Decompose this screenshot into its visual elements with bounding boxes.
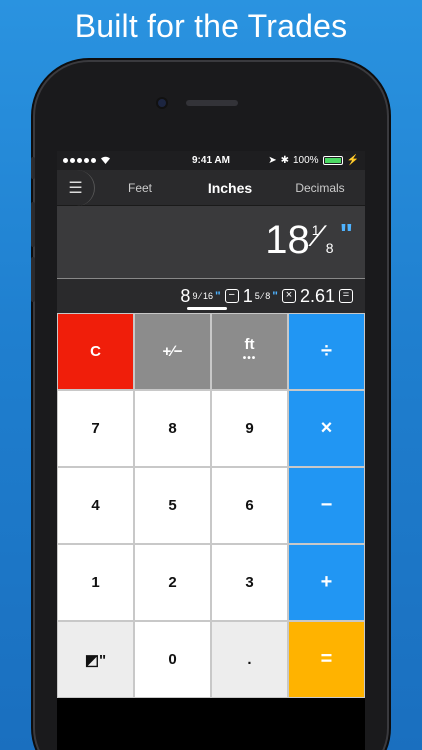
unit-navbar: ☰ Feet Inches Decimals (57, 169, 365, 206)
history-b-num: 5 (254, 291, 260, 301)
result-whole: 18 (265, 218, 310, 262)
history-op-equals: = (339, 289, 353, 303)
result-fraction: 1 ⁄ 8 (311, 220, 334, 256)
feet-label: ft (244, 335, 255, 353)
result-display: 18 1 ⁄ 8 " (57, 206, 365, 279)
front-camera (158, 99, 166, 107)
volume-up-button (31, 202, 35, 247)
multiply-button[interactable]: × (288, 390, 365, 467)
key-1[interactable]: 1 (57, 544, 134, 621)
battery-icon (322, 156, 343, 165)
tab-inches[interactable]: Inches (185, 180, 275, 196)
decimal-button[interactable]: . (211, 621, 288, 698)
app-screen: 9:41 AM ➤ ✱ 100% ⚡ ☰ Feet Inches Decimal… (57, 151, 365, 750)
history-a-den: 16 (202, 291, 213, 301)
tab-decimals[interactable]: Decimals (275, 181, 365, 195)
tab-feet[interactable]: Feet (95, 181, 185, 195)
history-a-whole: 8 (180, 285, 191, 306)
feet-button[interactable]: ft ••• (211, 313, 288, 390)
key-9[interactable]: 9 (211, 390, 288, 467)
feet-dots: ••• (242, 352, 257, 364)
key-0[interactable]: 0 (134, 621, 211, 698)
phone-frame: 9:41 AM ➤ ✱ 100% ⚡ ☰ Feet Inches Decimal… (31, 62, 387, 750)
earpiece-speaker (186, 100, 238, 106)
key-2[interactable]: 2 (134, 544, 211, 621)
history-a-num: 9 (192, 291, 198, 301)
equals-button[interactable]: = (288, 621, 365, 698)
history-cursor (187, 307, 227, 310)
calculation-history: 8 9 ⁄ 16 " − 1 5 ⁄ 8 " × 2.61 = (57, 279, 365, 313)
key-6[interactable]: 6 (211, 467, 288, 544)
volume-down-button (31, 257, 35, 302)
mute-switch (31, 157, 35, 179)
plus-minus-button[interactable]: +∕− (134, 313, 211, 390)
status-bar: 9:41 AM ➤ ✱ 100% ⚡ (57, 151, 365, 170)
key-3[interactable]: 3 (211, 544, 288, 621)
history-b-whole: 1 (242, 285, 253, 306)
banner-title: Built for the Trades (74, 8, 348, 44)
keypad: C +∕− ft ••• ÷ 7 8 9 × 4 5 6 − 1 2 3 + ◩… (57, 313, 365, 698)
divide-button[interactable]: ÷ (288, 313, 365, 390)
hamburger-icon: ☰ (68, 179, 83, 197)
history-b-den: 8 (265, 291, 271, 301)
history-b-unit: " (272, 289, 278, 303)
key-5[interactable]: 5 (134, 467, 211, 544)
history-c: 2.61 (299, 285, 335, 306)
inch-mark: " (339, 218, 353, 249)
result-denominator: 8 (325, 240, 334, 256)
result-value: 18 1 ⁄ 8 " (265, 218, 353, 263)
clear-button[interactable]: C (57, 313, 134, 390)
plus-button[interactable]: + (288, 544, 365, 621)
key-4[interactable]: 4 (57, 467, 134, 544)
history-op-multiply: × (281, 289, 296, 303)
menu-button[interactable]: ☰ (57, 169, 95, 206)
key-7[interactable]: 7 (57, 390, 134, 467)
key-8[interactable]: 8 (134, 390, 211, 467)
minus-button[interactable]: − (288, 467, 365, 544)
status-time: 9:41 AM (192, 155, 230, 166)
history-op-minus: − (224, 289, 239, 303)
history-a-unit: " (214, 289, 221, 303)
fraction-button[interactable]: ◩" (57, 621, 134, 698)
